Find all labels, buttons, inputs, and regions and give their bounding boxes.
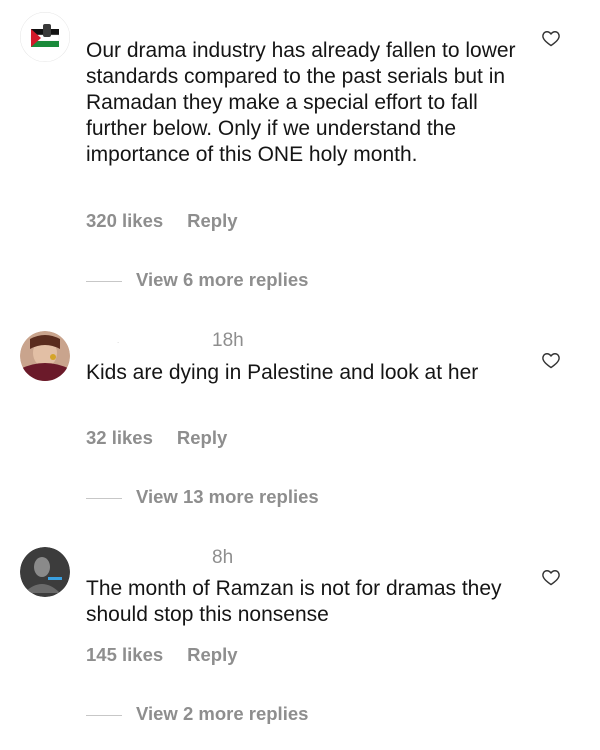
comment-text: The month of Ramzan is not for dramas th… bbox=[86, 577, 502, 626]
likes-count[interactable]: 32 likes bbox=[86, 427, 153, 448]
comment-actions: 145 likes Reply bbox=[86, 644, 238, 666]
comment-meta: . 18h bbox=[117, 330, 244, 352]
timestamp: 8h bbox=[212, 547, 234, 568]
view-more-replies-label: View 2 more replies bbox=[136, 703, 309, 724]
heart-outline-icon[interactable] bbox=[541, 28, 561, 48]
avatar-palestine-flag-icon[interactable] bbox=[20, 12, 70, 62]
view-more-replies-label: View 6 more replies bbox=[136, 269, 309, 290]
reply-button[interactable]: Reply bbox=[177, 427, 227, 448]
timestamp: 18h bbox=[212, 330, 244, 351]
comment-actions: 320 likes Reply bbox=[86, 210, 238, 232]
divider-line bbox=[86, 714, 122, 716]
comment-text: Our drama industry has already fallen to… bbox=[86, 39, 516, 166]
view-more-replies-button[interactable]: View 6 more replies bbox=[86, 269, 308, 291]
avatar-user-photo[interactable] bbox=[20, 331, 70, 381]
view-more-replies-button[interactable]: View 13 more replies bbox=[86, 486, 319, 508]
reply-button[interactable]: Reply bbox=[187, 210, 237, 231]
heart-outline-icon[interactable] bbox=[541, 350, 561, 370]
view-more-replies-label: View 13 more replies bbox=[136, 486, 319, 507]
comment-meta: 8h bbox=[117, 547, 233, 569]
heart-outline-icon[interactable] bbox=[541, 567, 561, 587]
comment-text: Kids are dying in Palestine and look at … bbox=[86, 361, 479, 384]
avatar-user-photo[interactable] bbox=[20, 547, 70, 597]
likes-count[interactable]: 320 likes bbox=[86, 210, 163, 231]
comment-actions: 32 likes Reply bbox=[86, 427, 227, 449]
divider-line bbox=[86, 497, 122, 499]
reply-button[interactable]: Reply bbox=[187, 644, 237, 665]
likes-count[interactable]: 145 likes bbox=[86, 644, 163, 665]
divider-line bbox=[86, 280, 122, 282]
view-more-replies-button[interactable]: View 2 more replies bbox=[86, 703, 308, 725]
username[interactable]: . bbox=[117, 336, 212, 345]
